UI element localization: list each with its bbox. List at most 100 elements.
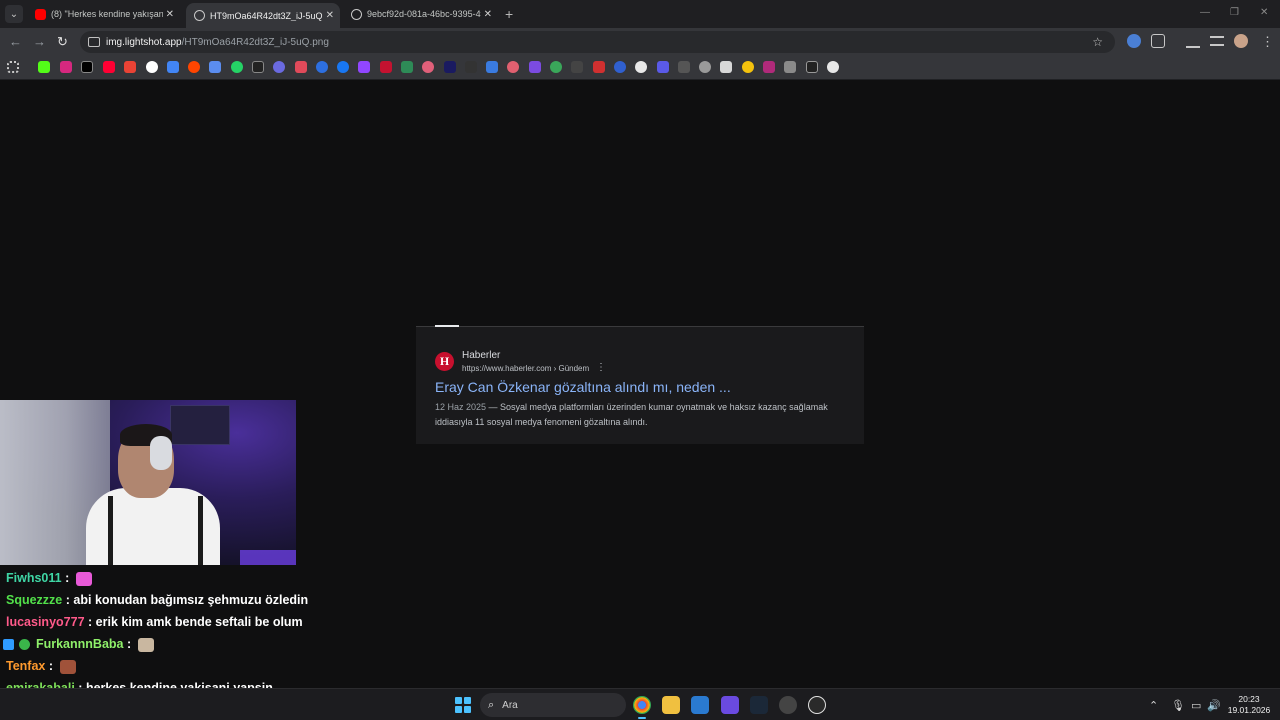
bookmark-icon[interactable] bbox=[167, 61, 179, 73]
search-placeholder: Ara bbox=[502, 699, 518, 711]
close-window-icon[interactable]: ✕ bbox=[1260, 7, 1268, 18]
browser-toolbar: ← → ↻ img.lightshot.app /HT9mOa64R42dt3Z… bbox=[0, 28, 1280, 56]
bookmark-icon[interactable] bbox=[401, 61, 413, 73]
bookmark-icon[interactable] bbox=[465, 61, 477, 73]
bookmark-icon[interactable] bbox=[699, 61, 711, 73]
chat-message: FurkannnBaba : bbox=[3, 637, 154, 652]
app-icon[interactable] bbox=[779, 696, 797, 714]
result-snippet: 12 Haz 2025 — Sosyal medya platformları … bbox=[435, 400, 850, 430]
bookmark-icon[interactable] bbox=[380, 61, 392, 73]
address-bar[interactable]: img.lightshot.app /HT9mOa64R42dt3Z_iJ-5u… bbox=[80, 31, 1115, 53]
back-icon[interactable]: ← bbox=[9, 34, 22, 49]
forward-icon[interactable]: → bbox=[33, 34, 46, 49]
tray-overflow-icon[interactable]: ⌃ bbox=[1149, 699, 1158, 712]
chat-username: FurkannnBaba bbox=[35, 637, 124, 651]
extension-icon[interactable] bbox=[1127, 34, 1141, 48]
bookmark-icon[interactable] bbox=[635, 61, 647, 73]
bookmark-icon[interactable] bbox=[507, 61, 519, 73]
kick-icon[interactable] bbox=[38, 61, 50, 73]
windows-taskbar: ⌕ Ara ⌃ 🎙 ▭ 🔊 20:23 19.01.2026 bbox=[0, 688, 1280, 720]
reading-list-icon[interactable] bbox=[1210, 36, 1224, 46]
bookmark-icon[interactable] bbox=[806, 61, 818, 73]
whatsapp-icon[interactable] bbox=[231, 61, 243, 73]
twitch-icon[interactable] bbox=[358, 61, 370, 73]
download-icon[interactable] bbox=[1186, 34, 1200, 48]
clock-date: 19.01.2026 bbox=[1227, 705, 1271, 715]
url-path: /HT9mOa64R42dt3Z_iJ-5uQ.png bbox=[181, 36, 329, 48]
start-button[interactable] bbox=[455, 697, 471, 713]
media-player-icon[interactable] bbox=[808, 696, 826, 714]
bookmark-icon[interactable] bbox=[444, 61, 456, 73]
translate-icon[interactable] bbox=[209, 61, 221, 73]
bookmark-icon[interactable] bbox=[784, 61, 796, 73]
bookmark-icon[interactable] bbox=[657, 61, 669, 73]
minimize-icon[interactable]: — bbox=[1200, 7, 1210, 18]
bookmark-icon[interactable] bbox=[742, 61, 754, 73]
bookmark-icon[interactable] bbox=[295, 61, 307, 73]
result-site-url[interactable]: https://www.haberler.com › Gündem bbox=[462, 364, 589, 373]
bookmark-icon[interactable] bbox=[252, 61, 264, 73]
bookmark-icon[interactable] bbox=[614, 61, 626, 73]
chat-username: Squezzze bbox=[6, 593, 63, 607]
bookmark-icon[interactable] bbox=[593, 61, 605, 73]
new-tab-button[interactable]: + bbox=[505, 6, 513, 22]
chat-username: lucasinyo777 bbox=[6, 615, 85, 629]
result-snippet-text: — Sosyal medya platformları üzerinden ku… bbox=[435, 402, 828, 427]
system-clock[interactable]: 20:23 19.01.2026 bbox=[1225, 694, 1273, 716]
youtube-icon[interactable] bbox=[103, 61, 115, 73]
result-title-link[interactable]: Eray Can Özkenar gözaltına alındı mı, ne… bbox=[435, 379, 731, 395]
result-site-name[interactable]: Haberler bbox=[462, 350, 500, 361]
gmail-icon[interactable] bbox=[124, 61, 136, 73]
tab-lightshot[interactable]: HT9mOa64R42dt3Z_iJ-5uQ.png ✕ bbox=[186, 3, 340, 28]
bookmark-icon[interactable] bbox=[273, 61, 285, 73]
app-icon[interactable] bbox=[721, 696, 739, 714]
profile-avatar[interactable] bbox=[1234, 34, 1248, 48]
file-explorer-icon[interactable] bbox=[662, 696, 680, 714]
bookmark-icon[interactable] bbox=[678, 61, 690, 73]
network-icon[interactable]: ▭ bbox=[1191, 699, 1201, 712]
more-options-icon[interactable]: ⋮ bbox=[596, 362, 606, 373]
extensions-puzzle-icon[interactable] bbox=[1151, 34, 1165, 48]
tab-youtube[interactable]: (8) "Herkes kendine yakışanı yap ✕ bbox=[27, 3, 180, 25]
close-tab-icon[interactable]: ✕ bbox=[326, 10, 334, 21]
menu-icon[interactable]: ⋮ bbox=[1261, 34, 1274, 50]
tab-indicator bbox=[435, 325, 459, 327]
bookmark-icon[interactable] bbox=[486, 61, 498, 73]
tab-search-button[interactable]: ⌄ bbox=[5, 5, 23, 23]
google-icon[interactable] bbox=[146, 61, 158, 73]
reload-icon[interactable]: ↻ bbox=[57, 34, 68, 50]
close-tab-icon[interactable]: ✕ bbox=[484, 9, 492, 20]
bookmark-icon[interactable] bbox=[720, 61, 732, 73]
chrome-icon[interactable] bbox=[633, 696, 651, 719]
search-icon: ⌕ bbox=[488, 698, 495, 711]
microphone-icon[interactable]: 🎙 bbox=[1171, 699, 1185, 712]
close-tab-icon[interactable]: ✕ bbox=[166, 9, 174, 20]
haberler-logo-icon[interactable]: H bbox=[435, 352, 454, 371]
taskbar-search[interactable]: ⌕ Ara bbox=[480, 693, 626, 717]
chat-username: Fiwhs011 bbox=[6, 571, 62, 585]
bookmark-icon[interactable] bbox=[316, 61, 328, 73]
restore-icon[interactable]: ❐ bbox=[1230, 7, 1239, 18]
site-info-icon[interactable] bbox=[88, 37, 100, 47]
apps-grid-icon[interactable] bbox=[7, 61, 19, 73]
facebook-icon[interactable] bbox=[337, 61, 349, 73]
webcam-overlay bbox=[0, 400, 296, 565]
store-icon[interactable] bbox=[691, 696, 709, 714]
x-icon[interactable] bbox=[81, 61, 93, 73]
bookmark-star-icon[interactable]: ☆ bbox=[1092, 35, 1103, 49]
chat-message: Squezzze : abi konudan bağımsız şehmuzu … bbox=[6, 593, 309, 607]
tab-third[interactable]: 9ebcf92d-081a-46bc-9395-4f3 ✕ bbox=[343, 3, 498, 25]
chat-message: Fiwhs011 : bbox=[6, 571, 92, 586]
reddit-icon[interactable] bbox=[188, 61, 200, 73]
steam-icon[interactable] bbox=[750, 696, 768, 714]
globe-icon bbox=[194, 10, 205, 21]
volume-icon[interactable]: 🔊 bbox=[1207, 699, 1221, 712]
bookmark-icon[interactable] bbox=[827, 61, 839, 73]
url-host: img.lightshot.app bbox=[106, 36, 182, 48]
bookmark-icon[interactable] bbox=[422, 61, 434, 73]
instagram-icon[interactable] bbox=[60, 61, 72, 73]
bookmark-icon[interactable] bbox=[571, 61, 583, 73]
bookmark-icon[interactable] bbox=[529, 61, 541, 73]
bookmark-icon[interactable] bbox=[550, 61, 562, 73]
bookmark-icon[interactable] bbox=[763, 61, 775, 73]
